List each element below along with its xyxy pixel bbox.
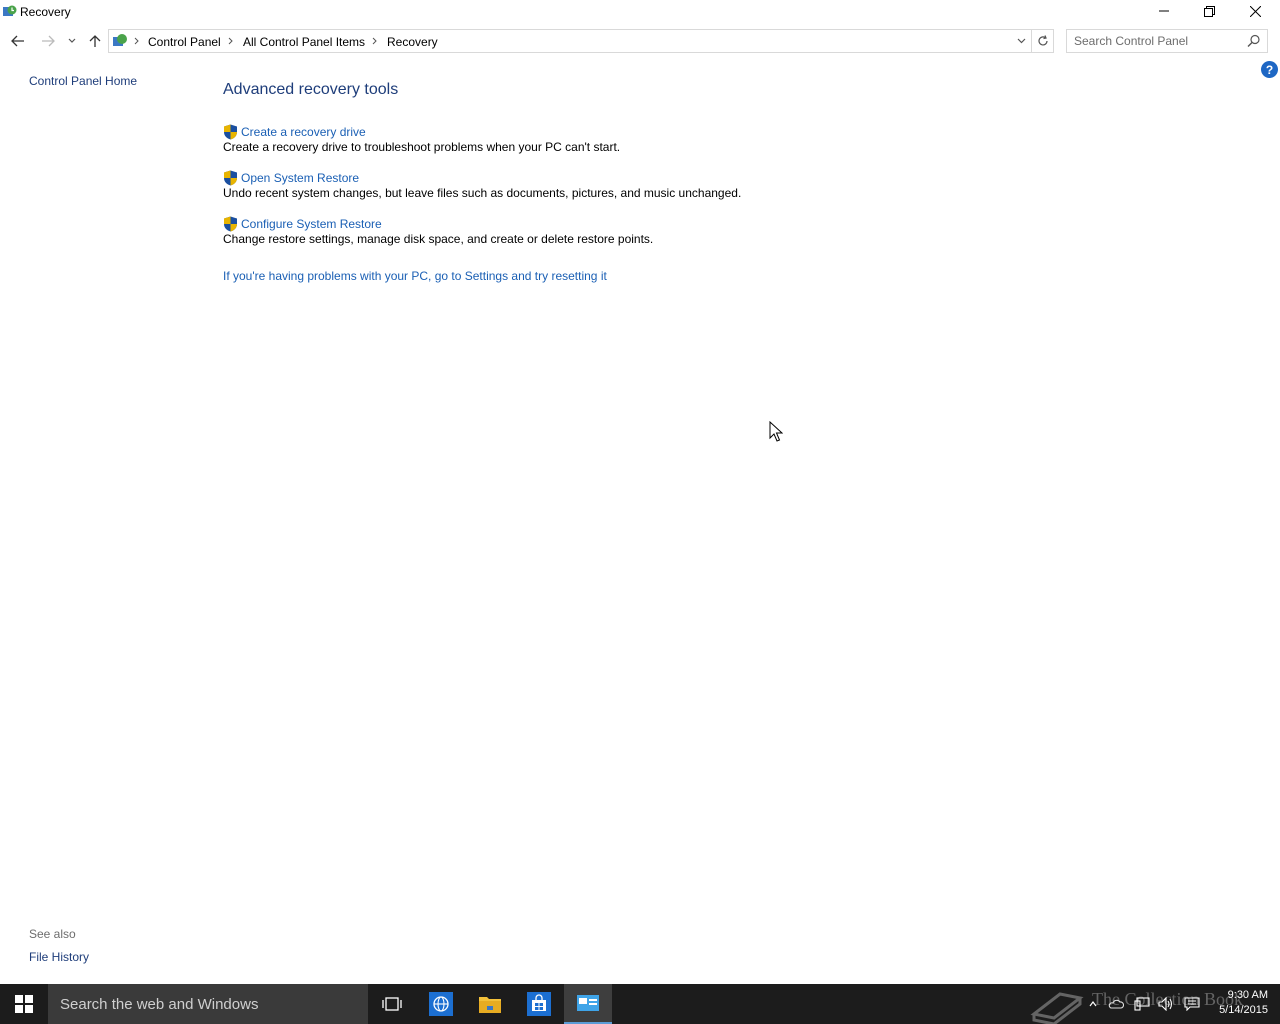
page-title: Advanced recovery tools xyxy=(223,81,399,98)
address-bar[interactable]: Control Panel All Control Panel Items Re… xyxy=(108,29,1054,53)
open-system-restore-description: Undo recent system changes, but leave fi… xyxy=(223,186,742,200)
speaker-icon xyxy=(1158,997,1173,1011)
action-center-icon xyxy=(1184,997,1200,1011)
restore-icon xyxy=(1203,5,1215,17)
left-pane: Control Panel Home See also File History xyxy=(0,60,200,980)
chevron-down-icon xyxy=(1017,38,1025,44)
search-box[interactable] xyxy=(1066,29,1268,53)
uac-shield-icon xyxy=(224,170,237,186)
breadcrumb-all-control-panel-items[interactable]: All Control Panel Items xyxy=(243,35,365,49)
store-button[interactable] xyxy=(515,984,563,1024)
file-history-link[interactable]: File History xyxy=(29,950,89,964)
open-system-restore-link[interactable]: Open System Restore xyxy=(223,170,359,186)
navigation-bar: Control Panel All Control Panel Items Re… xyxy=(0,28,1280,54)
windows-logo-icon xyxy=(15,995,33,1013)
onedrive-tray-button[interactable] xyxy=(1108,996,1124,1012)
open-system-restore-label[interactable]: Open System Restore xyxy=(241,171,359,185)
network-tray-button[interactable] xyxy=(1134,996,1150,1012)
reset-pc-settings-link[interactable]: If you're having problems with your PC, … xyxy=(223,269,607,283)
minimize-icon xyxy=(1159,10,1169,12)
clock-date: 5/14/2015 xyxy=(1219,1004,1268,1016)
title-bar: Recovery xyxy=(0,0,1280,24)
taskbar-search-input[interactable] xyxy=(48,984,368,1024)
breadcrumb-separator-icon[interactable] xyxy=(131,34,141,48)
up-button[interactable] xyxy=(85,31,105,51)
close-button[interactable] xyxy=(1232,0,1278,22)
create-recovery-drive-label[interactable]: Create a recovery drive xyxy=(241,125,366,139)
address-dropdown-button[interactable] xyxy=(1013,33,1029,49)
breadcrumb-control-panel[interactable]: Control Panel xyxy=(148,35,221,49)
restore-button[interactable] xyxy=(1186,0,1232,22)
taskbar-search-box[interactable] xyxy=(48,984,368,1024)
clock-time: 9:30 AM xyxy=(1227,989,1268,1001)
search-icon[interactable] xyxy=(1247,34,1261,48)
help-button[interactable]: ? xyxy=(1261,61,1278,78)
create-recovery-drive-link[interactable]: Create a recovery drive xyxy=(223,124,366,140)
mouse-pointer-icon xyxy=(769,421,783,442)
action-center-button[interactable] xyxy=(1184,996,1200,1012)
forward-button[interactable] xyxy=(38,31,58,51)
clock[interactable]: 9:30 AM 5/14/2015 xyxy=(1219,988,1268,1018)
store-icon xyxy=(527,992,551,1016)
window-title: Recovery xyxy=(20,5,71,19)
breadcrumb-recovery[interactable]: Recovery xyxy=(387,35,438,49)
internet-explorer-icon xyxy=(429,992,453,1016)
book-icon xyxy=(1030,992,1084,1024)
control-panel-icon xyxy=(577,995,599,1011)
control-panel-taskbar-button[interactable] xyxy=(564,984,612,1024)
back-button[interactable] xyxy=(8,31,28,51)
configure-system-restore-link[interactable]: Configure System Restore xyxy=(223,216,382,232)
control-panel-home-link[interactable]: Control Panel Home xyxy=(29,74,137,88)
task-view-button[interactable] xyxy=(368,984,416,1024)
minimize-button[interactable] xyxy=(1141,0,1187,22)
volume-tray-button[interactable] xyxy=(1158,996,1174,1012)
configure-system-restore-label[interactable]: Configure System Restore xyxy=(241,217,382,231)
breadcrumb-separator-icon[interactable] xyxy=(225,34,235,48)
taskbar: The Collection Book 9:30 AM 5/14/2015 xyxy=(0,984,1280,1024)
chevron-down-icon xyxy=(68,38,76,43)
task-view-icon xyxy=(382,997,402,1011)
configure-system-restore-description: Change restore settings, manage disk spa… xyxy=(223,232,654,246)
control-panel-icon xyxy=(112,33,128,49)
forward-arrow-icon xyxy=(42,35,55,47)
refresh-icon xyxy=(1037,35,1048,46)
refresh-button[interactable] xyxy=(1031,30,1053,52)
recovery-app-icon xyxy=(2,4,17,19)
up-arrow-icon xyxy=(89,35,101,47)
start-button[interactable] xyxy=(0,984,48,1024)
uac-shield-icon xyxy=(224,124,237,140)
chevron-up-icon xyxy=(1089,1001,1097,1007)
system-tray: 9:30 AM 5/14/2015 xyxy=(1080,984,1280,1024)
internet-explorer-button[interactable] xyxy=(417,984,465,1024)
recent-locations-button[interactable] xyxy=(62,31,82,51)
file-explorer-icon xyxy=(479,997,501,1013)
create-recovery-drive-description: Create a recovery drive to troubleshoot … xyxy=(223,140,621,154)
network-icon xyxy=(1134,997,1150,1011)
back-arrow-icon xyxy=(11,35,24,47)
file-explorer-button[interactable] xyxy=(466,984,514,1024)
cloud-icon xyxy=(1108,999,1124,1009)
close-icon xyxy=(1249,5,1261,17)
uac-shield-icon xyxy=(224,216,237,232)
see-also-label: See also xyxy=(29,927,76,941)
help-icon: ? xyxy=(1265,62,1274,77)
show-hidden-icons-button[interactable] xyxy=(1085,996,1101,1012)
search-input[interactable] xyxy=(1067,30,1245,52)
breadcrumb-separator-icon[interactable] xyxy=(369,34,379,48)
